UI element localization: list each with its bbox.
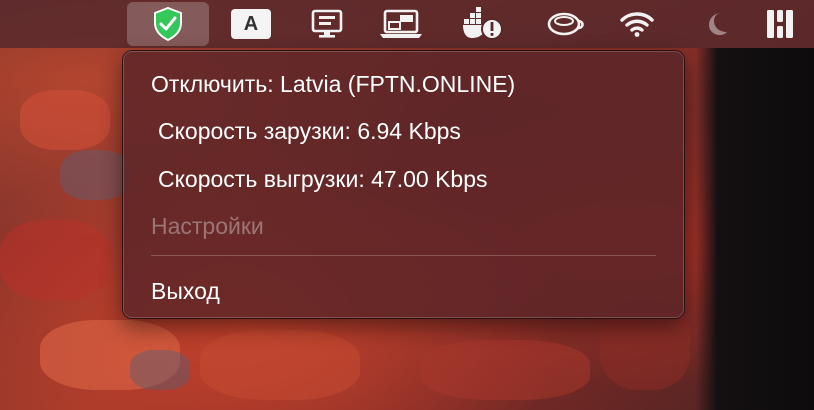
dark-window-edge — [696, 48, 814, 410]
menu-bar: A — [0, 0, 814, 48]
screen-mirroring-icon — [380, 9, 422, 38]
vpn-status-item[interactable] — [127, 2, 209, 46]
input-source-a-icon: A — [231, 9, 271, 39]
monitor-icon — [311, 9, 343, 38]
coffee-item[interactable] — [538, 0, 594, 48]
monitor-item[interactable] — [300, 0, 354, 48]
settings-menu-item: Настройки — [151, 213, 264, 239]
menu-separator — [151, 255, 656, 256]
download-speed-item: Скорость зарузки: 6.94 Kbps — [158, 118, 461, 144]
wifi-item[interactable] — [614, 0, 660, 48]
vpn-dropdown-menu: Отключить: Latvia (FPTN.ONLINE) Скорость… — [122, 50, 685, 319]
docker-warning-icon — [463, 7, 503, 40]
disconnect-menu-item[interactable]: Отключить: Latvia (FPTN.ONLINE) — [151, 71, 515, 98]
bartender-icon — [767, 10, 793, 38]
docker-item[interactable] — [458, 0, 508, 48]
screen-mirroring-item[interactable] — [372, 0, 430, 48]
vpn-shield-icon — [154, 7, 182, 41]
input-source-item[interactable]: A — [226, 0, 276, 48]
upload-speed-item: Скорость выгрузки: 47.00 Kbps — [158, 166, 488, 192]
focus-item[interactable] — [694, 0, 738, 48]
wifi-icon — [620, 12, 654, 37]
coffee-cup-icon — [547, 12, 584, 36]
moon-icon — [709, 13, 727, 35]
quit-menu-item[interactable]: Выход — [151, 278, 220, 305]
bartender-item[interactable] — [758, 0, 802, 48]
